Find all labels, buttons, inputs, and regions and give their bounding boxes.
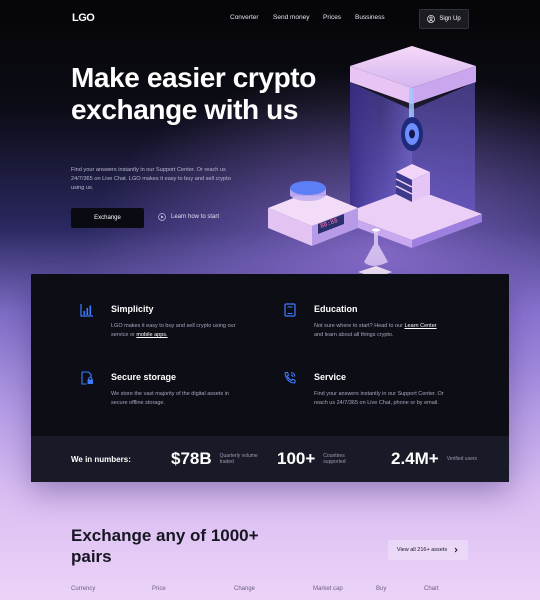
feature-title: Education bbox=[314, 304, 358, 314]
stat-caption: Quarterly volume traded bbox=[219, 453, 258, 465]
column-header-buy[interactable]: Buy bbox=[376, 586, 386, 592]
stat-caption: Verified users bbox=[446, 456, 478, 462]
feature-text: Not sure where to start? Head to our Lea… bbox=[314, 323, 437, 338]
numbers-bar: We in numbers: $78B Quarterly volume tra… bbox=[31, 436, 509, 482]
chart-bars-icon bbox=[80, 304, 93, 317]
nav-link-business[interactable]: Bussiness bbox=[355, 14, 385, 21]
feature-text: LGO makes it easy to buy and sell crypto… bbox=[111, 323, 236, 338]
hero-illustration: 88:88 bbox=[268, 46, 482, 278]
sign-up-label: Sign Up bbox=[439, 16, 461, 22]
learn-center-link[interactable]: Learn Center bbox=[405, 323, 437, 329]
feature-title: Simplicity bbox=[111, 304, 154, 314]
book-icon bbox=[284, 303, 296, 317]
feature-title: Secure storage bbox=[111, 372, 177, 382]
column-header-change[interactable]: Change bbox=[234, 586, 255, 592]
learn-how-to-start-label: Learn how to start bbox=[171, 214, 220, 220]
column-header-market-cap[interactable]: Market cap bbox=[313, 586, 343, 592]
exchange-button[interactable]: Exchange bbox=[71, 208, 144, 228]
view-all-assets-button[interactable]: View all 216+ assets bbox=[388, 540, 468, 560]
nav-link-converter[interactable]: Converter bbox=[230, 14, 259, 21]
feature-text: Find your answers instantly in our Suppo… bbox=[314, 391, 444, 406]
document-lock-icon bbox=[81, 371, 93, 385]
play-circle-icon bbox=[158, 213, 166, 221]
view-all-assets-label: View all 216+ assets bbox=[396, 547, 448, 553]
stat-value: $78B bbox=[171, 449, 212, 468]
stat-value: 100+ bbox=[277, 449, 316, 468]
column-header-price[interactable]: Price bbox=[152, 586, 166, 592]
stat-users: 2.4M+ Verified users bbox=[391, 449, 487, 469]
nav-link-send-money[interactable]: Send money bbox=[273, 14, 310, 21]
pairs-title: Exchange any of 1000+ pairs bbox=[71, 526, 259, 566]
chevron-right-icon bbox=[454, 547, 458, 553]
nav-link-prices[interactable]: Prices bbox=[323, 14, 341, 21]
numbers-label: We in numbers: bbox=[71, 455, 131, 464]
stat-countries: 100+ Countries supported bbox=[277, 449, 363, 469]
stat-volume: $78B Quarterly volume traded bbox=[171, 449, 260, 469]
hero-subtitle: Find your answers instantly in our Suppo… bbox=[71, 167, 231, 191]
phone-call-icon bbox=[284, 371, 296, 384]
column-header-chart[interactable]: Chart bbox=[424, 586, 439, 592]
learn-how-to-start-link[interactable]: Learn how to start bbox=[158, 213, 219, 221]
feature-title: Service bbox=[314, 372, 347, 382]
sign-up-button[interactable]: Sign Up bbox=[419, 9, 469, 29]
top-nav: LGO Converter Send money Prices Bussines… bbox=[0, 0, 540, 38]
stat-caption: Countries supported bbox=[323, 453, 346, 465]
logo[interactable]: LGO bbox=[72, 12, 95, 24]
assets-table-header: Currency Price Change Market cap Buy Cha… bbox=[0, 586, 540, 596]
column-header-currency[interactable]: Currency bbox=[71, 586, 95, 592]
features-card: Simplicity LGO makes it easy to buy and … bbox=[31, 274, 509, 482]
stat-value: 2.4M+ bbox=[391, 449, 439, 468]
user-icon bbox=[427, 15, 436, 23]
mobile-apps-link[interactable]: mobile apps. bbox=[136, 332, 167, 338]
feature-text: We store the vast majority of the digita… bbox=[111, 391, 229, 406]
